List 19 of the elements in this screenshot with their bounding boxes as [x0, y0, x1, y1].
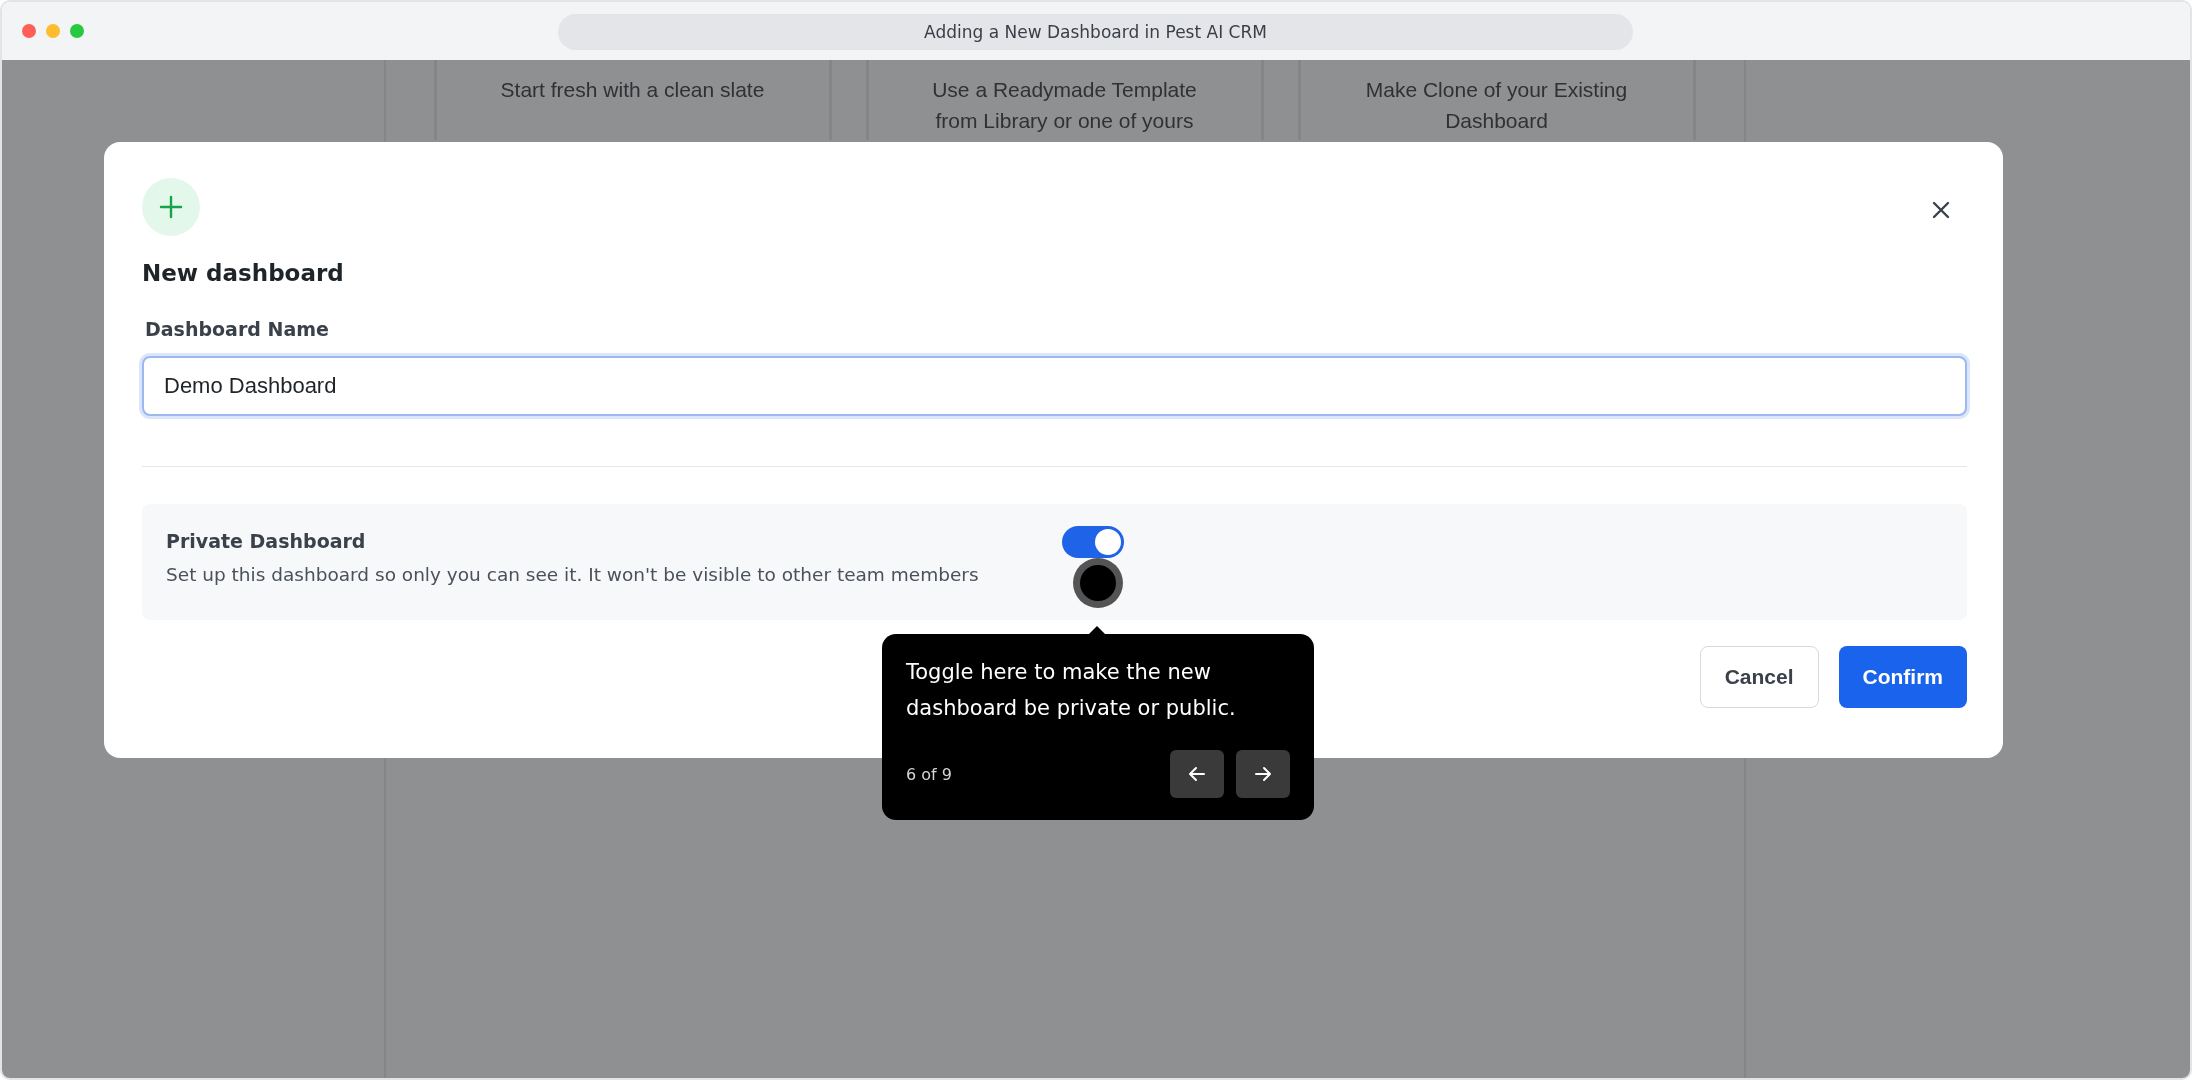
confirm-button[interactable]: Confirm [1838, 646, 1967, 708]
cancel-button[interactable]: Cancel [1699, 646, 1819, 708]
dialog-title: New dashboard [142, 260, 345, 286]
left-arrow-icon[interactable] [1187, 764, 1207, 784]
tooltip-text: Toggle here to make the new dashboard be private or public. [906, 659, 1237, 722]
private-toggle[interactable] [1062, 526, 1124, 558]
setting-description: Set up this dashboard so only you can see it. It won't be visible to other team members [166, 564, 980, 585]
close-icon[interactable] [1931, 200, 1951, 220]
field-label: Dashboard Name [145, 318, 330, 340]
dashboard-name-field[interactable]: Demo Dashboard [142, 356, 1967, 416]
previous-button[interactable] [1170, 750, 1224, 798]
zoom-window-dot[interactable] [70, 24, 84, 38]
window-title: Adding a New Dashboard in Pest AI CRM [558, 14, 1633, 50]
next-button[interactable] [1236, 750, 1290, 798]
setting-title: Private Dashboard [166, 530, 367, 552]
close-window-dot[interactable] [22, 24, 36, 38]
step-counter: 6 of 9 [906, 764, 952, 784]
minimize-window-dot[interactable] [46, 24, 60, 38]
right-arrow-icon[interactable] [1253, 764, 1273, 784]
